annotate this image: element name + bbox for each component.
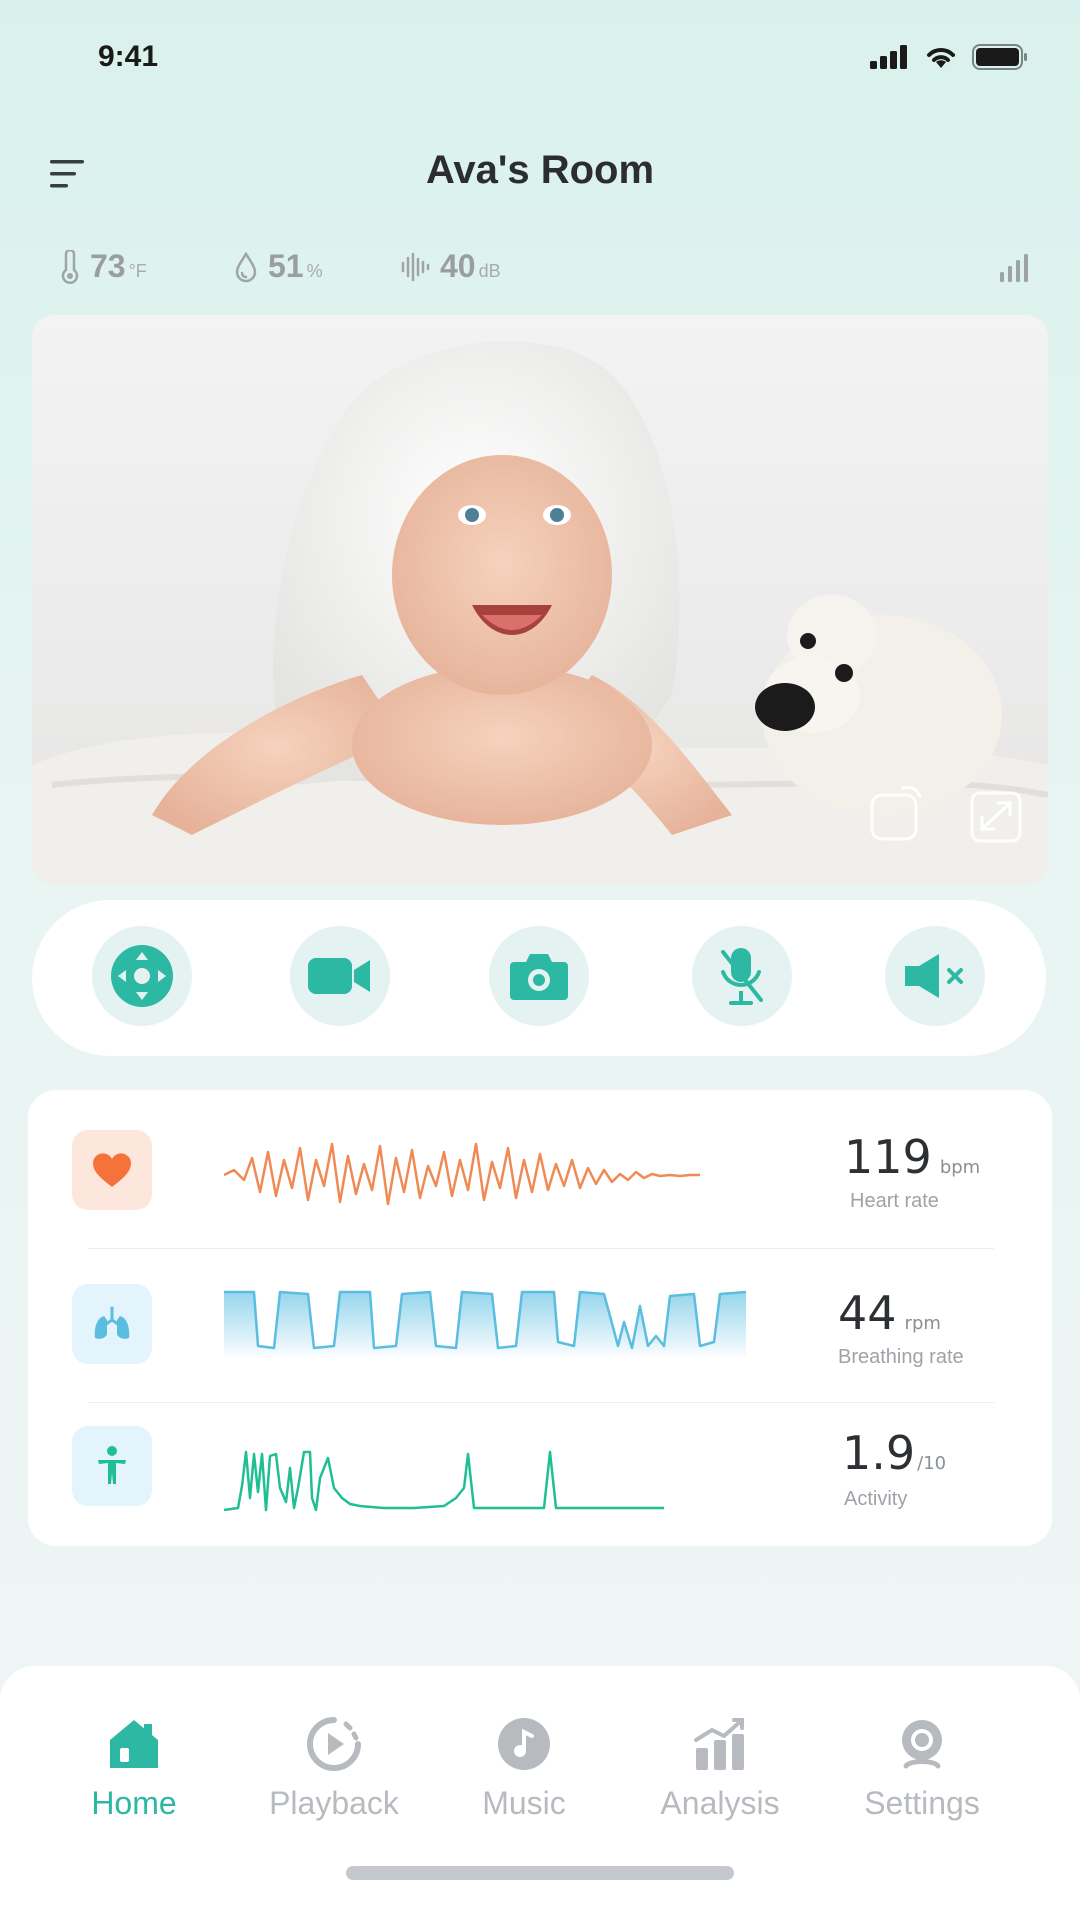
music-icon — [498, 1718, 550, 1770]
nav-home[interactable]: Home — [44, 1716, 224, 1822]
humidity-reading: 51 % — [234, 248, 323, 285]
home-icon — [110, 1720, 158, 1768]
breathing-rate-value: 44 — [838, 1286, 897, 1340]
mute-microphone-button[interactable] — [692, 926, 792, 1026]
analysis-icon — [694, 1718, 744, 1770]
heart-icon — [93, 1153, 131, 1187]
divider — [88, 1248, 994, 1249]
activity-unit: /10 — [917, 1453, 947, 1474]
breathing-rate-readout: 44 rpm — [838, 1286, 941, 1340]
humidity-value: 51 — [268, 248, 304, 284]
bottom-navigation: Home Playback Music Analysis Settings — [0, 1666, 1080, 1920]
heart-rate-label: Heart rate — [850, 1190, 939, 1212]
camera-icon — [510, 954, 568, 1000]
camera-feed[interactable] — [32, 315, 1048, 885]
nav-playback[interactable]: Playback — [244, 1716, 424, 1822]
vitals-card: 119 bpm Heart rate 44 rpm Breathing rate 1… — [28, 1090, 1052, 1546]
page-title: Ava's Room — [425, 148, 655, 192]
thermometer-icon — [61, 249, 79, 284]
sound-wave-icon — [401, 252, 430, 281]
breathing-waveform — [224, 1290, 747, 1356]
microphone-off-icon — [721, 948, 763, 1005]
heart-rate-value: 119 — [844, 1130, 932, 1184]
wifi-icon — [927, 48, 955, 68]
nav-settings[interactable]: Settings — [832, 1716, 1012, 1822]
baby-camera-image — [32, 341, 1048, 885]
video-camera-icon — [308, 958, 370, 994]
nav-analysis[interactable]: Analysis — [630, 1716, 810, 1822]
heart-rate-badge — [72, 1130, 152, 1210]
heart-rate-unit: bpm — [939, 1157, 981, 1178]
temperature-unit: °F — [128, 261, 147, 281]
temperature-value: 73 — [90, 248, 126, 284]
battery-icon — [972, 44, 1027, 70]
breathing-badge — [72, 1284, 152, 1364]
pan-tilt-button[interactable] — [92, 926, 192, 1026]
cellular-signal-icon — [870, 45, 907, 69]
record-video-button[interactable] — [290, 926, 390, 1026]
camera-controls — [32, 900, 1046, 1056]
nav-label: Music — [482, 1785, 566, 1821]
temperature-reading: 73 °F — [60, 248, 147, 285]
activity-waveform — [224, 1450, 664, 1512]
home-indicator[interactable] — [346, 1866, 734, 1880]
heart-rate-readout: 119 bpm — [844, 1130, 980, 1184]
nav-music[interactable]: Music — [434, 1716, 614, 1822]
nav-label: Playback — [269, 1785, 399, 1821]
activity-value: 1.9 — [842, 1426, 916, 1480]
settings-icon — [902, 1720, 942, 1769]
noise-value: 40 — [440, 248, 476, 284]
breathing-rate-unit: rpm — [904, 1313, 941, 1334]
activity-badge — [72, 1426, 152, 1506]
status-time: 9:41 — [98, 40, 159, 73]
activity-label: Activity — [844, 1488, 908, 1510]
humidity-drop-icon — [235, 251, 257, 282]
noise-unit: dB — [478, 261, 501, 281]
breathing-rate-label: Breathing rate — [838, 1346, 964, 1368]
status-icons — [870, 44, 1028, 70]
lungs-icon — [94, 1306, 130, 1339]
nav-label: Home — [91, 1785, 177, 1821]
speaker-mute-icon — [905, 954, 963, 998]
direction-pad-icon — [111, 945, 173, 1007]
divider — [88, 1402, 994, 1403]
nav-label: Analysis — [660, 1785, 780, 1821]
heart-rate-waveform — [224, 1142, 700, 1206]
speaker-mute-button[interactable] — [885, 926, 985, 1026]
connection-signal-icon — [1000, 254, 1028, 282]
snapshot-button[interactable] — [489, 926, 589, 1026]
activity-readout: 1.9/10 — [842, 1426, 946, 1480]
nav-label: Settings — [864, 1785, 980, 1821]
humidity-unit: % — [306, 261, 323, 281]
person-icon — [98, 1446, 126, 1484]
noise-reading: 40 dB — [400, 248, 501, 285]
playback-icon — [307, 1717, 361, 1771]
